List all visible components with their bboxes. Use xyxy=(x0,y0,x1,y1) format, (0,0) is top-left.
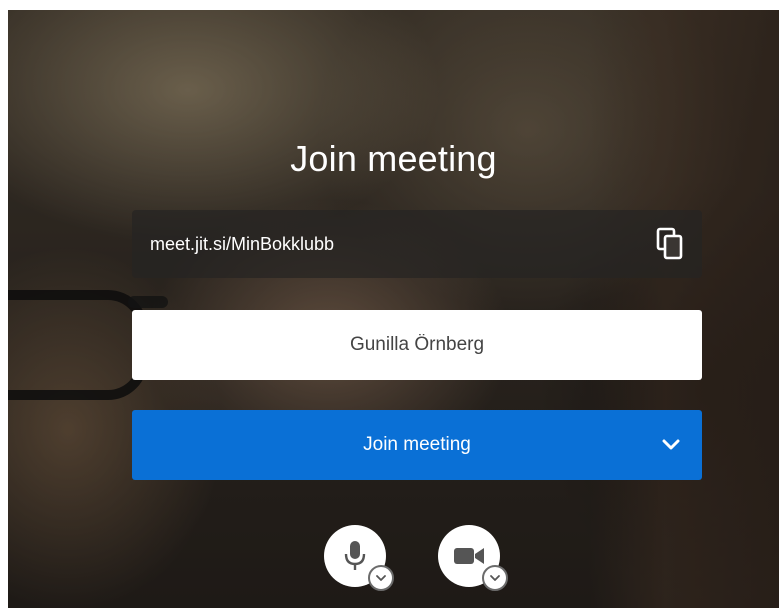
video-camera-icon xyxy=(454,548,484,564)
copy-icon[interactable] xyxy=(656,227,684,261)
display-name-input[interactable] xyxy=(132,310,702,380)
chevron-down-icon xyxy=(490,575,500,581)
microphone-options-button[interactable] xyxy=(368,565,394,591)
join-meeting-label: Join meeting xyxy=(363,434,471,455)
microphone-icon xyxy=(344,541,366,570)
page-title: Join meeting xyxy=(290,138,497,179)
camera-options-button[interactable] xyxy=(482,565,508,591)
camera-button[interactable] xyxy=(438,525,508,591)
chevron-down-icon[interactable] xyxy=(662,437,680,453)
microphone-button[interactable] xyxy=(324,525,394,591)
preview-dim-overlay xyxy=(8,10,779,608)
chevron-down-icon xyxy=(376,575,386,581)
meeting-url-bar: meet.jit.si/MinBokklubb xyxy=(132,210,702,278)
meeting-url: meet.jit.si/MinBokklubb xyxy=(150,233,335,254)
join-meeting-button[interactable]: Join meeting xyxy=(132,410,702,480)
prejoin-screen: Join meeting meet.jit.si/MinBokklubb Joi… xyxy=(8,10,779,608)
